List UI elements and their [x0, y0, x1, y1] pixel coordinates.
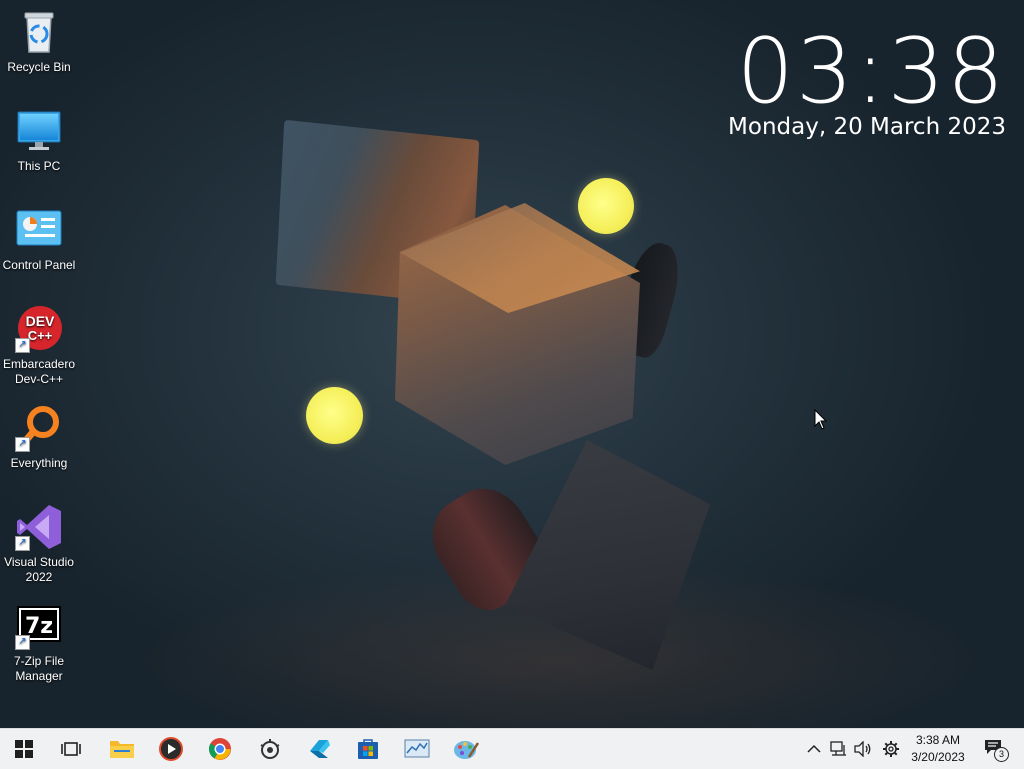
- microsoft-store-button[interactable]: [344, 729, 392, 769]
- wallpaper-yellow-sphere: [578, 178, 634, 234]
- svg-text:C++: C++: [28, 328, 53, 343]
- app-blue-icon: [310, 740, 330, 758]
- media-player-icon: [159, 737, 183, 761]
- task-view-button[interactable]: [47, 729, 95, 769]
- chevron-up-icon: [807, 744, 821, 753]
- desktop-icon-label: This PC: [17, 159, 61, 173]
- start-button[interactable]: [0, 729, 48, 769]
- desktop-icon-label: Recycle Bin: [7, 60, 71, 74]
- taskbar: 3:38 AM 3/20/2023 3: [0, 728, 1024, 769]
- svg-text:DEV: DEV: [26, 313, 55, 329]
- mouse-pointer-icon: [814, 408, 828, 436]
- paint-app-button[interactable]: [442, 729, 490, 769]
- microsoft-store-icon: [358, 739, 378, 759]
- taskbar-clock[interactable]: 3:38 AM 3/20/2023: [902, 732, 974, 766]
- desktop-icon-dev-cpp[interactable]: DEV C++ ↗ Embarcadero Dev-C++: [0, 305, 78, 387]
- control-panel-icon: [15, 206, 63, 254]
- monitor-app-button[interactable]: [393, 729, 441, 769]
- notification-count-badge: 3: [994, 747, 1009, 762]
- shortcut-arrow-icon: ↗: [15, 437, 30, 452]
- media-player-button[interactable]: [147, 729, 195, 769]
- recycle-bin-icon: [15, 8, 63, 56]
- desktop-clock-widget: 03:38 Monday, 20 March 2023: [728, 19, 1006, 141]
- speaker-icon: [854, 741, 871, 757]
- clock-time: 03:38: [736, 19, 1006, 124]
- network-icon: [830, 741, 846, 756]
- steam-like-icon: [260, 739, 280, 759]
- shortcut-arrow-icon: ↗: [15, 536, 30, 551]
- shortcut-arrow-icon: ↗: [15, 635, 30, 650]
- desktop-icon-recycle-bin[interactable]: Recycle Bin: [0, 8, 78, 75]
- show-hidden-icons-button[interactable]: [803, 729, 825, 769]
- this-pc-icon: [15, 107, 63, 155]
- paint-icon: [454, 741, 479, 759]
- desktop-icon-label: Everything: [10, 456, 68, 470]
- desktop-icon-this-pc[interactable]: This PC: [0, 107, 78, 174]
- network-button[interactable]: [827, 729, 851, 769]
- volume-button[interactable]: [851, 729, 875, 769]
- taskbar-date: 3/20/2023: [911, 750, 965, 764]
- dev-cpp-icon: DEV C++ ↗: [15, 305, 63, 353]
- wallpaper-yellow-sphere: [306, 387, 363, 444]
- chrome-button[interactable]: [196, 729, 244, 769]
- monitor-icon: [404, 739, 430, 758]
- notification-center-button[interactable]: 3: [978, 729, 1012, 769]
- app-blue-button[interactable]: [295, 729, 343, 769]
- desktop-icon-visual-studio[interactable]: ↗ Visual Studio 2022: [0, 503, 78, 585]
- desktop-icon-7zip[interactable]: 7z ↗ 7-Zip File Manager: [0, 602, 78, 684]
- gear-icon: [883, 741, 899, 757]
- taskbar-time: 3:38 AM: [915, 733, 961, 747]
- visual-studio-icon: ↗: [15, 503, 63, 551]
- shortcut-arrow-icon: ↗: [15, 338, 30, 353]
- desktop-icon-label: Embarcadero Dev-C++: [2, 357, 76, 386]
- desktop-icon-control-panel[interactable]: Control Panel: [0, 206, 78, 273]
- clock-date: Monday, 20 March 2023: [728, 114, 1006, 140]
- windows-start-icon: [15, 740, 33, 758]
- folder-icon: [110, 741, 134, 758]
- chrome-icon: [209, 738, 231, 760]
- everything-search-icon: ↗: [15, 404, 63, 452]
- seven-zip-icon: 7z ↗: [15, 602, 63, 650]
- desktop-icon-label: Visual Studio 2022: [4, 555, 74, 584]
- settings-tray-button[interactable]: [878, 729, 904, 769]
- file-explorer-button[interactable]: [98, 729, 146, 769]
- desktop-icon-everything[interactable]: ↗ Everything: [0, 404, 78, 471]
- app-settings-button[interactable]: [246, 729, 294, 769]
- desktop-icon-label: Control Panel: [2, 258, 76, 272]
- task-view-icon: [61, 742, 81, 756]
- desktop-icon-label: 7-Zip File Manager: [13, 654, 64, 683]
